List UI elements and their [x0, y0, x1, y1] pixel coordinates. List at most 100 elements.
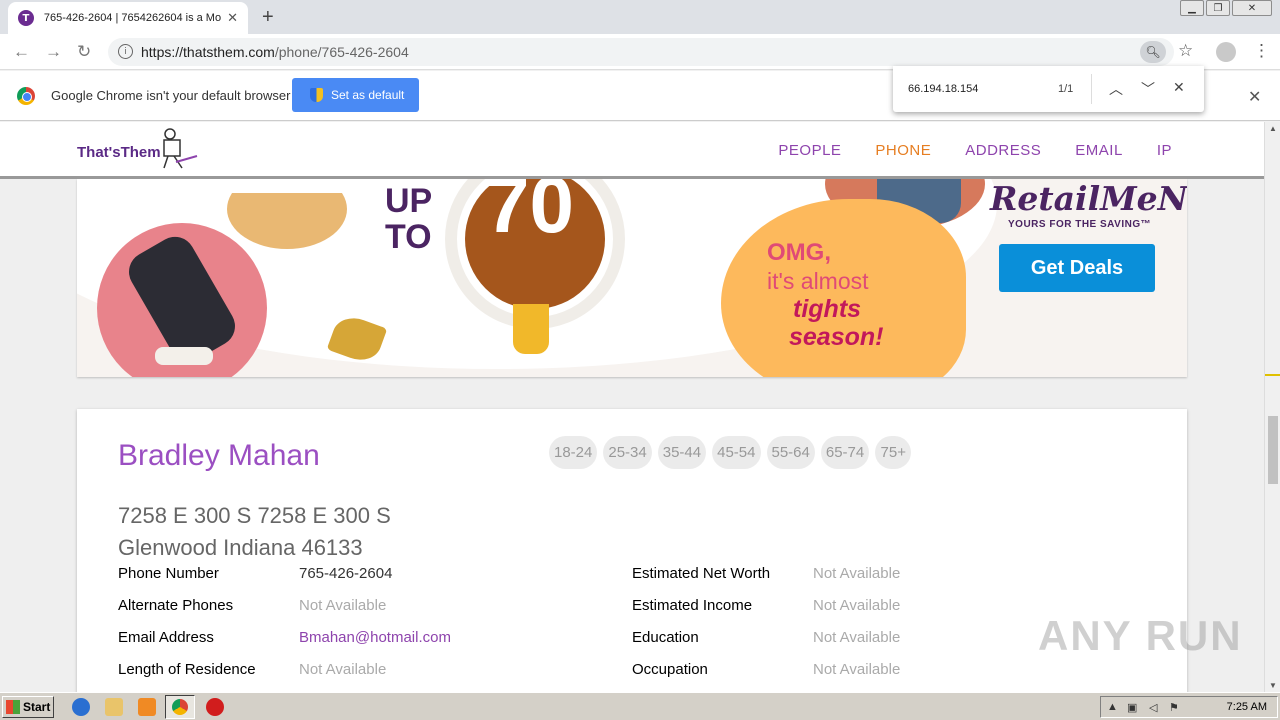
- browser-tab[interactable]: T 765-426-2604 | 7654262604 is a Mo ✕: [8, 2, 248, 34]
- detail-label: Occupation: [632, 661, 708, 678]
- nav-email[interactable]: EMAIL: [1075, 142, 1123, 159]
- action-center-flag-icon[interactable]: ⚑: [1169, 701, 1183, 715]
- ad-cup-handle: [513, 304, 549, 354]
- address-line-2: Glenwood Indiana 46133: [118, 535, 363, 560]
- logo-mascot-icon: [163, 128, 198, 169]
- ad-percent-number: 70: [485, 179, 574, 249]
- age-pill: 65-74: [820, 436, 870, 469]
- age-pill: 25-34: [603, 436, 652, 469]
- media-player-icon[interactable]: [138, 698, 156, 716]
- ad-white-label: [105, 179, 375, 193]
- set-as-default-button[interactable]: Set as default: [292, 78, 419, 112]
- tab-close-icon[interactable]: ✕: [227, 10, 238, 26]
- volume-icon[interactable]: ◁: [1149, 701, 1163, 715]
- ad-brand-logo: RetailMeNot: [990, 179, 1187, 218]
- uac-shield-icon: [310, 88, 323, 102]
- windows-logo-icon: [6, 700, 20, 714]
- scroll-down-icon[interactable]: ▼: [1269, 681, 1277, 690]
- site-info-icon[interactable]: i: [118, 44, 133, 59]
- find-previous-icon[interactable]: ︿: [1109, 79, 1123, 99]
- ad-to: TO: [385, 218, 432, 256]
- detail-label: Estimated Income: [632, 597, 753, 614]
- bookmark-star-icon[interactable]: ☆: [1178, 41, 1193, 61]
- window-close-button[interactable]: ✕: [1232, 0, 1272, 16]
- set-as-default-label: Set as default: [331, 88, 405, 102]
- profile-card: Bradley Mahan 18-24 25-34 35-44 45-54 55…: [77, 409, 1187, 692]
- nav-people[interactable]: PEOPLE: [778, 142, 841, 159]
- back-arrow-icon[interactable]: ←: [13, 42, 30, 62]
- page-scrollbar[interactable]: ▲ ▼: [1264, 122, 1280, 692]
- email-link[interactable]: Bmahan@hotmail.com: [299, 629, 451, 651]
- ad-brand-tagline: YOURS FOR THE SAVING™: [1008, 219, 1152, 230]
- get-deals-button[interactable]: Get Deals: [999, 244, 1155, 292]
- find-in-page-icon[interactable]: 🔍︎: [1140, 41, 1166, 63]
- retailmenot-ad-banner[interactable]: UP TO 70 % OFF OMG, it's almost tights se…: [77, 179, 1187, 377]
- income-value: Not Available: [813, 597, 901, 614]
- restore-button[interactable]: ❐: [1206, 0, 1230, 16]
- network-icon[interactable]: ▣: [1127, 701, 1141, 715]
- profile-avatar-icon[interactable]: [1216, 42, 1236, 62]
- detail-label: Length of Residence: [118, 661, 256, 678]
- forward-arrow-icon[interactable]: →: [45, 42, 62, 62]
- windows-taskbar: Start ▲ ▣ ◁ ⚑ 7:25 AM: [0, 692, 1280, 720]
- address-toolbar: ← → ↻ i https://thatsthem.com/phone/765-…: [0, 34, 1280, 70]
- ad-season: season!: [789, 323, 884, 351]
- find-bar: 66.194.18.154 1/1 ︿ ﹀ ✕: [893, 66, 1204, 112]
- minimize-button[interactable]: ▁: [1180, 0, 1204, 16]
- scroll-up-icon[interactable]: ▲: [1269, 124, 1277, 133]
- omnibox[interactable]: i https://thatsthem.com/phone/765-426-26…: [108, 38, 1174, 66]
- internet-explorer-icon[interactable]: [72, 698, 90, 716]
- nav-address[interactable]: ADDRESS: [965, 142, 1041, 159]
- site-header: That'sThem PEOPLE PHONE ADDRESS EMAIL IP: [0, 122, 1264, 179]
- age-pill: 55-64: [766, 436, 815, 469]
- detail-label: Education: [632, 629, 699, 646]
- scroll-thumb[interactable]: [1268, 416, 1278, 484]
- ad-up: UP: [385, 182, 433, 220]
- net-worth-value: Not Available: [813, 565, 901, 582]
- ad-off-text: OFF: [637, 235, 705, 273]
- browser-tab-strip: T 765-426-2604 | 7654262604 is a Mo ✕ + …: [0, 0, 1280, 34]
- chrome-logo-icon: [17, 87, 35, 105]
- occupation-value: Not Available: [813, 661, 901, 678]
- ad-percent-sign: %: [635, 179, 678, 225]
- person-name[interactable]: Bradley Mahan: [118, 439, 320, 473]
- file-explorer-icon[interactable]: [105, 698, 123, 716]
- anyrun-watermark: ANY RUN: [1038, 612, 1243, 659]
- chrome-taskbar-button[interactable]: [165, 695, 195, 719]
- address-line-1: 7258 E 300 S 7258 E 300 S: [118, 503, 391, 528]
- infobar-message: Google Chrome isn't your default browser: [51, 88, 291, 103]
- tray-expand-icon[interactable]: ▲: [1107, 701, 1121, 715]
- detail-label: Estimated Net Worth: [632, 565, 771, 582]
- url-text[interactable]: https://thatsthem.com/phone/765-426-2604: [141, 44, 409, 60]
- age-pill: 35-44: [657, 436, 707, 469]
- ad-upto-text: UP TO: [385, 183, 432, 255]
- main-nav: PEOPLE PHONE ADDRESS EMAIL IP: [778, 142, 1172, 159]
- age-pill: 45-54: [712, 436, 761, 469]
- ad-tights: tights: [793, 295, 862, 323]
- ad-omg-text: OMG, it's almost tights season!: [767, 239, 967, 351]
- window-controls: ▁ ❐ ✕: [1180, 0, 1272, 16]
- reload-icon[interactable]: ↻: [77, 42, 91, 62]
- age-pill: 75+: [875, 436, 912, 469]
- taskbar-clock[interactable]: 7:25 AM: [1227, 701, 1267, 713]
- url-domain: https://thatsthem.com: [141, 44, 275, 60]
- age-pill: 18-24: [549, 436, 598, 469]
- find-input[interactable]: 66.194.18.154: [908, 83, 978, 95]
- nav-phone[interactable]: PHONE: [875, 142, 931, 159]
- start-button[interactable]: Start: [2, 696, 54, 718]
- find-close-icon[interactable]: ✕: [1173, 79, 1185, 96]
- ad-shoe-image: [155, 347, 213, 365]
- security-app-icon[interactable]: [206, 698, 224, 716]
- nav-ip[interactable]: IP: [1157, 142, 1172, 159]
- chrome-taskbar-icon: [172, 699, 188, 715]
- site-logo[interactable]: That'sThem: [77, 144, 161, 161]
- detail-label: Phone Number: [118, 565, 219, 582]
- find-next-icon[interactable]: ﹀: [1141, 79, 1155, 99]
- infobar-close-icon[interactable]: ✕: [1248, 87, 1261, 107]
- page-viewport: That'sThem PEOPLE PHONE ADDRESS EMAIL IP…: [0, 122, 1264, 692]
- find-match-marker: [1265, 374, 1280, 376]
- new-tab-button[interactable]: +: [262, 6, 274, 29]
- chrome-menu-icon[interactable]: ⋮: [1253, 41, 1270, 61]
- url-path: /phone/765-426-2604: [274, 44, 409, 60]
- ad-omg: OMG,: [767, 239, 831, 266]
